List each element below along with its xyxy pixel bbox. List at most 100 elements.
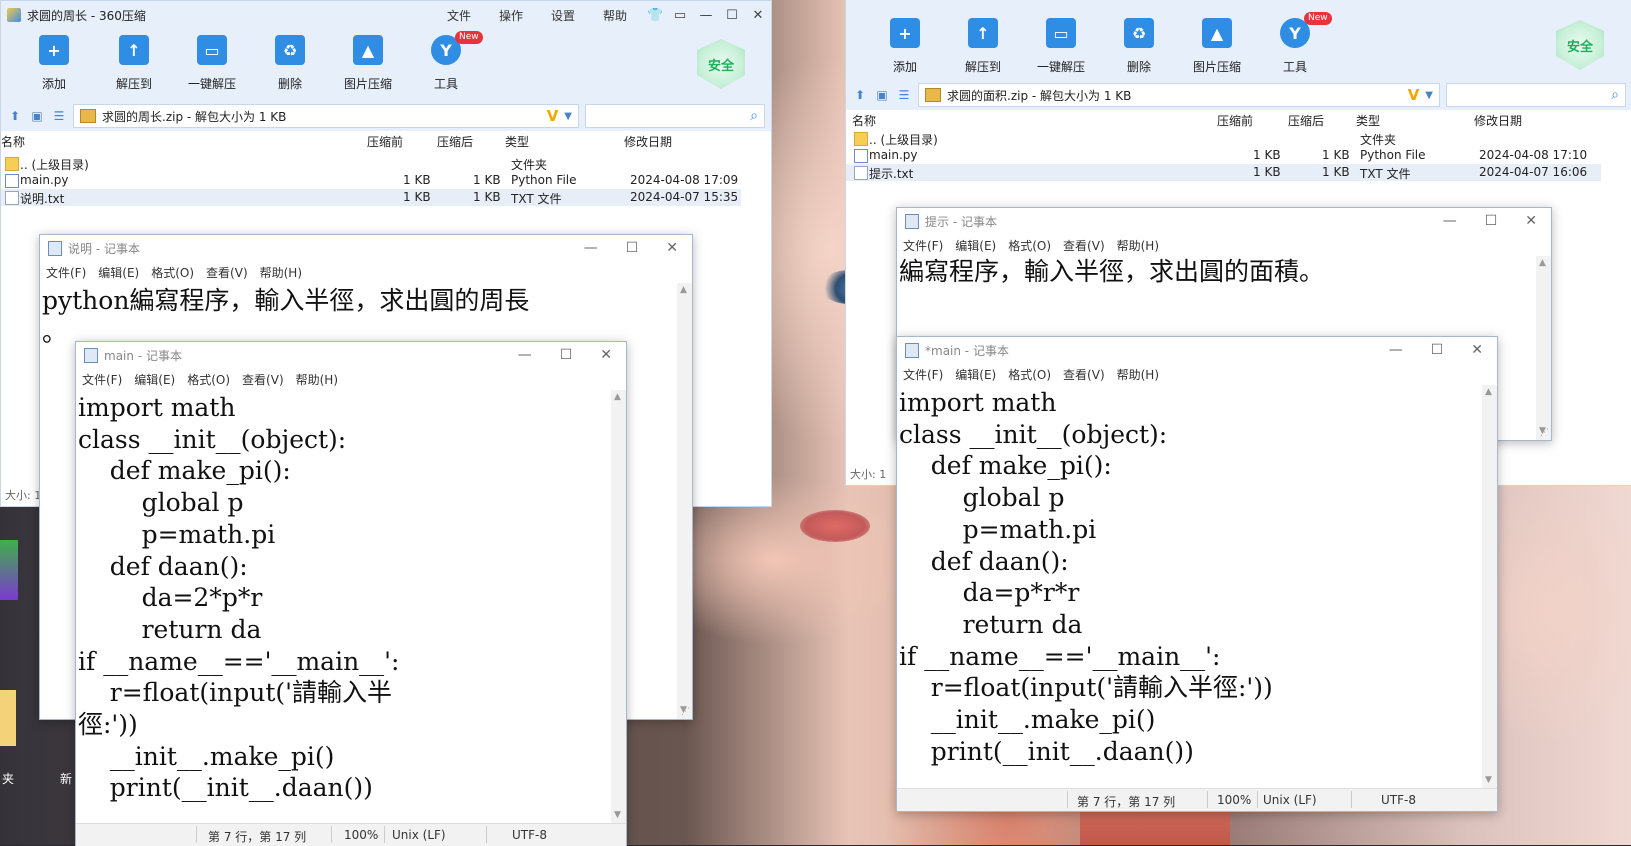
menu-help[interactable]: 帮助(H) xyxy=(1117,366,1159,383)
col-type[interactable]: 类型 xyxy=(505,133,529,150)
minimize-button[interactable]: — xyxy=(584,240,598,256)
vertical-scrollbar[interactable]: ▲ ▼ xyxy=(611,390,626,824)
menu-file[interactable]: 文件(F) xyxy=(46,264,86,281)
one-click-extract-button[interactable]: ▭ 一键解压 xyxy=(173,29,251,92)
close-button[interactable]: ✕ xyxy=(1525,213,1537,229)
extract-to-button[interactable]: ↑ 解压到 xyxy=(944,0,1022,75)
scroll-down-icon[interactable]: ▼ xyxy=(1485,775,1492,785)
scroll-up-icon[interactable]: ▲ xyxy=(614,392,621,402)
col-date[interactable]: 修改日期 xyxy=(1474,112,1522,129)
scroll-down-icon[interactable]: ▼ xyxy=(614,810,621,820)
scroll-up-icon[interactable]: ▲ xyxy=(1485,387,1492,397)
menu-file[interactable]: 文件(F) xyxy=(903,237,943,254)
col-before[interactable]: 压缩前 xyxy=(367,133,403,150)
menu-view[interactable]: 查看(V) xyxy=(206,264,248,281)
vertical-scrollbar[interactable]: ▲ ▼ xyxy=(677,283,692,719)
vertical-scrollbar[interactable]: ▲ ▼ xyxy=(1536,256,1551,440)
menu-help[interactable]: 帮助(H) xyxy=(260,264,302,281)
menu-format[interactable]: 格式(O) xyxy=(1008,366,1051,383)
skin-icon[interactable]: 👕 xyxy=(647,8,663,23)
menu-view[interactable]: 查看(V) xyxy=(242,371,284,388)
tools-button[interactable]: Y 工具 New xyxy=(407,29,485,92)
menu-edit[interactable]: 编辑(E) xyxy=(955,366,996,383)
archive-path[interactable]: 求圆的周长.zip - 解包大小为 1 KB V ▼ xyxy=(73,104,579,128)
thumbnail-view-icon[interactable]: ▣ xyxy=(874,88,890,102)
chevron-down-icon[interactable]: ▼ xyxy=(1425,90,1433,101)
file-row[interactable]: 提示.txt 1 KB 1 KB TXT 文件 2024-04-07 16:06 xyxy=(846,164,1601,181)
col-name[interactable]: 名称 xyxy=(852,112,876,129)
code-editor[interactable]: import math class __init__(object): def … xyxy=(76,390,611,824)
file-row[interactable]: main.py 1 KB 1 KB Python File 2024-04-08… xyxy=(846,147,1631,164)
menu-format[interactable]: 格式(O) xyxy=(187,371,230,388)
maximize-button[interactable]: ☐ xyxy=(1431,342,1444,358)
security-shield-icon[interactable]: 安全 xyxy=(1556,20,1604,70)
search-input[interactable]: ⌕ xyxy=(1446,83,1626,107)
image-compress-button[interactable]: ▲ 图片压缩 xyxy=(1178,0,1256,75)
resize-grip-icon[interactable]: ⋰ xyxy=(1540,428,1549,438)
vertical-scrollbar[interactable]: ▲ ▼ xyxy=(1482,385,1497,789)
menu-edit[interactable]: 编辑(E) xyxy=(955,237,996,254)
close-button[interactable]: ✕ xyxy=(600,347,612,363)
menu-view[interactable]: 查看(V) xyxy=(1063,237,1105,254)
chevron-down-icon[interactable]: ▼ xyxy=(564,111,572,122)
security-shield-icon[interactable]: 安全 xyxy=(697,39,745,89)
file-row[interactable]: .. (上级目录) 文件夹 xyxy=(1,155,771,172)
menu-settings[interactable]: 设置 xyxy=(551,7,575,24)
up-arrow-icon[interactable]: ⬆ xyxy=(852,88,868,102)
close-button[interactable]: ✕ xyxy=(1471,342,1483,358)
desktop-icon-1[interactable] xyxy=(0,540,18,600)
one-click-extract-button[interactable]: ▭ 一键解压 xyxy=(1022,0,1100,75)
maximize-button[interactable]: ☐ xyxy=(560,347,573,363)
feedback-icon[interactable]: ▭ xyxy=(673,8,687,23)
minimize-button[interactable]: — xyxy=(1389,342,1403,358)
menu-edit[interactable]: 编辑(E) xyxy=(134,371,175,388)
tools-button[interactable]: Y 工具 New xyxy=(1256,0,1334,75)
file-row[interactable]: main.py 1 KB 1 KB Python File 2024-04-08… xyxy=(1,172,771,189)
code-editor[interactable]: import math class __init__(object): def … xyxy=(897,385,1482,789)
col-after[interactable]: 压缩后 xyxy=(1288,112,1324,129)
menu-view[interactable]: 查看(V) xyxy=(1063,366,1105,383)
menu-help[interactable]: 帮助(H) xyxy=(296,371,338,388)
search-icon[interactable]: ⌕ xyxy=(750,108,758,124)
resize-grip-icon[interactable]: ⋰ xyxy=(681,707,690,717)
desktop-icon-folder[interactable] xyxy=(0,690,16,746)
scroll-up-icon[interactable]: ▲ xyxy=(680,285,687,295)
minimize-button[interactable]: — xyxy=(699,8,713,23)
menu-help[interactable]: 帮助 xyxy=(603,7,627,24)
menu-operate[interactable]: 操作 xyxy=(499,7,523,24)
maximize-button[interactable]: ☐ xyxy=(626,240,639,256)
menu-file[interactable]: 文件(F) xyxy=(903,366,943,383)
col-type[interactable]: 类型 xyxy=(1356,112,1380,129)
menu-help[interactable]: 帮助(H) xyxy=(1117,237,1159,254)
list-view-icon[interactable]: ☰ xyxy=(896,88,912,102)
scroll-up-icon[interactable]: ▲ xyxy=(1539,258,1546,268)
minimize-button[interactable]: — xyxy=(1443,213,1457,229)
search-input[interactable]: ⌕ xyxy=(585,104,765,128)
menu-format[interactable]: 格式(O) xyxy=(1008,237,1051,254)
menu-format[interactable]: 格式(O) xyxy=(151,264,194,281)
maximize-button[interactable]: ☐ xyxy=(1485,213,1498,229)
col-before[interactable]: 压缩前 xyxy=(1217,112,1253,129)
list-view-icon[interactable]: ☰ xyxy=(51,109,67,123)
image-compress-button[interactable]: ▲ 图片压缩 xyxy=(329,29,407,92)
v-icon[interactable]: V xyxy=(547,107,559,125)
col-date[interactable]: 修改日期 xyxy=(624,133,672,150)
menu-edit[interactable]: 编辑(E) xyxy=(98,264,139,281)
delete-button[interactable]: ♻ 删除 xyxy=(1100,0,1178,75)
col-name[interactable]: 名称 xyxy=(1,133,25,150)
extract-to-button[interactable]: ↑ 解压到 xyxy=(95,29,173,92)
file-row[interactable]: 说明.txt 1 KB 1 KB TXT 文件 2024-04-07 15:35 xyxy=(1,189,741,206)
menu-file[interactable]: 文件 xyxy=(447,7,471,24)
add-button[interactable]: + 添加 xyxy=(15,29,93,92)
search-icon[interactable]: ⌕ xyxy=(1611,87,1619,103)
col-after[interactable]: 压缩后 xyxy=(437,133,473,150)
close-button[interactable]: ✕ xyxy=(751,8,765,23)
v-icon[interactable]: V xyxy=(1408,86,1420,104)
thumbnail-view-icon[interactable]: ▣ xyxy=(29,109,45,123)
menu-file[interactable]: 文件(F) xyxy=(82,371,122,388)
minimize-button[interactable]: — xyxy=(518,347,532,363)
up-arrow-icon[interactable]: ⬆ xyxy=(7,109,23,123)
archive-path[interactable]: 求圆的面积.zip - 解包大小为 1 KB V ▼ xyxy=(918,83,1440,107)
add-button[interactable]: + 添加 xyxy=(866,0,944,75)
file-row[interactable]: .. (上级目录) 文件夹 xyxy=(846,130,1631,147)
